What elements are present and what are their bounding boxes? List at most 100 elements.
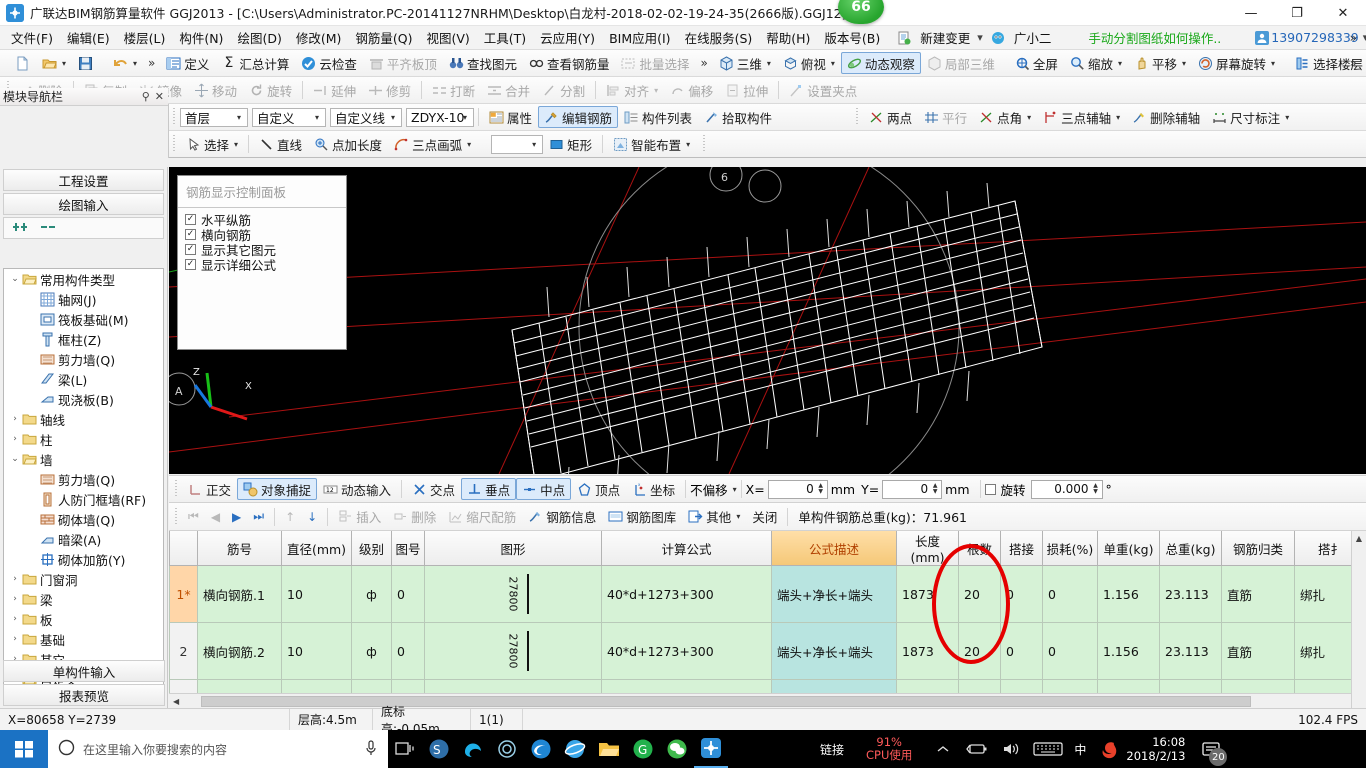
cell-rebar_name[interactable]: 横向钢筋.2 [197,622,282,680]
menu-cloud-apps[interactable]: 云应用(Y) [533,26,602,49]
find-element-button[interactable]: 查找图元 [443,52,523,74]
hscroll-thumb[interactable] [201,695,1252,707]
three-d-chevron-down-icon[interactable]: ▾ [767,59,771,68]
volume-icon[interactable] [994,730,1028,768]
microphone-icon[interactable] [364,739,378,759]
stretch-button[interactable]: 拉伸 [719,79,774,101]
cell-total_weight[interactable]: 23.113 [1159,622,1222,680]
align-chevron-down-icon[interactable]: ▾ [654,86,658,95]
tree-item-17[interactable]: › 板 [4,609,163,629]
taskbar-app-wechat[interactable] [660,730,694,768]
tree-item-18[interactable]: › 基础 [4,629,163,649]
collapse-all-icon[interactable] [40,220,60,237]
shape-cell[interactable]: 27800 [424,622,602,680]
shape-cell[interactable]: 27800 [424,565,602,623]
cell-unit_weight[interactable]: 1.156 [1097,622,1160,680]
cell-drawing_no[interactable]: 0 [391,565,425,623]
menu-bim-apps[interactable]: BIM应用(I) [602,26,678,49]
menu-version[interactable]: 版本号(B) [817,26,887,49]
draw-toolbar-grip[interactable] [172,135,177,153]
cell-rebar_name[interactable]: 横向钢筋.1 [197,565,282,623]
offset-mode-value[interactable]: 不偏移 [690,480,728,499]
nav-last-button[interactable]: ⏭ [247,509,270,524]
pan-chevron-down-icon[interactable]: ▾ [1182,59,1186,68]
table-header-2[interactable]: 直径(mm) [281,531,352,566]
tree-item-4[interactable]: 剪力墙(Q) [4,349,163,369]
rectangle-tool-button[interactable]: 矩形 [543,133,598,155]
cloud-check-button[interactable]: 云检查 [295,52,363,74]
y-input[interactable]: 0 ▲ ▼ [882,479,943,499]
component-toolbar-grip[interactable] [172,108,177,126]
table-header-4[interactable]: 图号 [391,531,425,566]
taskbar-link-label[interactable]: 链接 [814,741,850,758]
tree-expander-icon[interactable]: › [8,634,22,644]
new-change-button[interactable]: 新建变更 [913,26,977,49]
rebar-display-control-panel[interactable]: 钢筋显示控制面板 ✓ 水平纵筋 ✓ 横向钢筋 ✓ 显示其它图元 ✓ 显示详细公式 [177,175,347,350]
tree-item-13[interactable]: 暗梁(A) [4,529,163,549]
cell-drawing_no[interactable]: 0 [391,622,425,680]
table-horizontal-scrollbar[interactable]: ◀ [169,693,1351,708]
zoom-button[interactable]: 缩放 ▾ [1064,52,1128,74]
table-row[interactable]: 1* 横向钢筋.1 10 ф 0 27800 40*d+1273+300 端头+净长+端头 18… [169,565,1366,623]
table-header-12[interactable]: 单重(kg) [1097,531,1160,566]
other-chevron-down-icon[interactable]: ▾ [736,512,740,521]
menu-draw[interactable]: 绘图(D) [230,26,288,49]
summary-calc-button[interactable]: Σ 汇总计算 [215,52,295,74]
smart-layout-button[interactable]: 智能布置 ▾ [607,133,696,155]
edit-rebar-button[interactable]: 编辑钢筋 [538,106,619,128]
fullscreen-button[interactable]: 全屏 [1009,52,1064,74]
properties-button[interactable]: 属性 [483,106,538,128]
rebar-library-button[interactable]: 钢筋图库 [602,506,682,528]
cell-loss[interactable]: 0 [1042,565,1098,623]
battery-icon[interactable] [960,730,994,768]
component-combo-chevron-down-icon[interactable]: ▾ [458,109,472,126]
floor-combo[interactable]: 首层 ▾ [180,107,248,127]
scroll-up-button[interactable]: ▲ [1352,531,1366,546]
table-row[interactable]: 2 横向钢筋.2 10 ф 0 27800 40*d+1273+300 端头+净长+端头 187… [169,622,1366,680]
close-rebar-panel-button[interactable]: 关闭 [746,506,783,528]
rotate-button[interactable]: 旋转 [243,79,298,101]
batch-select-button[interactable]: 批量选择 [615,52,695,74]
undo-button[interactable]: ▾ [107,52,143,74]
cell-grade[interactable]: ф [351,622,392,680]
ime-chinese-icon[interactable]: 中 [1068,741,1092,758]
open-chevron-down-icon[interactable]: ▾ [62,59,66,68]
task-view-icon[interactable] [388,730,422,768]
scale-rebar-button[interactable]: 缩尺配筋 [442,506,522,528]
offset-button[interactable]: 偏移 [664,79,719,101]
taskbar-app-ie[interactable] [558,730,592,768]
draw-toolbar-grip-end[interactable] [702,135,708,153]
undo-chevron-down-icon[interactable]: ▾ [133,59,137,68]
align-button[interactable]: 对齐 ▾ [600,79,664,101]
table-header-0[interactable] [169,531,198,566]
menu-online-service[interactable]: 在线服务(S) [678,26,760,49]
tree-item-14[interactable]: 砌体加筋(Y) [4,549,163,569]
other-button[interactable]: 其他 ▾ [682,506,746,528]
cell-diameter[interactable]: 10 [281,622,352,680]
action-center-icon[interactable]: 20 [1193,730,1229,768]
tree-item-16[interactable]: › 梁 [4,589,163,609]
point-angle-axis-button[interactable]: 点角 ▾ [973,106,1037,128]
table-header-9[interactable]: 根数 [958,531,1001,566]
rebarbar-grip[interactable] [174,507,179,526]
toolbar1-right-overflow-button[interactable]: » [1345,56,1362,70]
select-tool-button[interactable]: 选择 ▾ [180,133,244,155]
cell-count[interactable]: 20 [958,622,1001,680]
pick-component-button[interactable]: 拾取构件 [698,106,778,128]
toolbar1-overflow-button[interactable]: » [143,56,160,70]
pan-button[interactable]: 平移 ▾ [1128,52,1192,74]
three-point-axis-button[interactable]: 三点辅轴 ▾ [1037,106,1126,128]
extend-button[interactable]: 延伸 [307,79,362,101]
menu-floor[interactable]: 楼层(L) [117,26,173,49]
tree-expander-icon[interactable]: ⌄ [8,274,22,284]
taskbar-search[interactable]: 在这里输入你要搜索的内容 [48,730,388,768]
nav-next-button[interactable]: ▶ [226,510,247,524]
close-icon[interactable]: ✕ [155,90,164,103]
offset-mode-chevron-down-icon[interactable]: ▾ [733,485,737,494]
move-button[interactable]: 移动 [188,79,243,101]
menubar-overflow-button[interactable]: » [1345,31,1362,45]
cell-diameter[interactable]: 10 [281,565,352,623]
taskbar-app-edge-legacy[interactable] [456,730,490,768]
move-down-button[interactable]: ↓ [301,510,323,524]
open-file-button[interactable]: ▾ [36,52,72,74]
